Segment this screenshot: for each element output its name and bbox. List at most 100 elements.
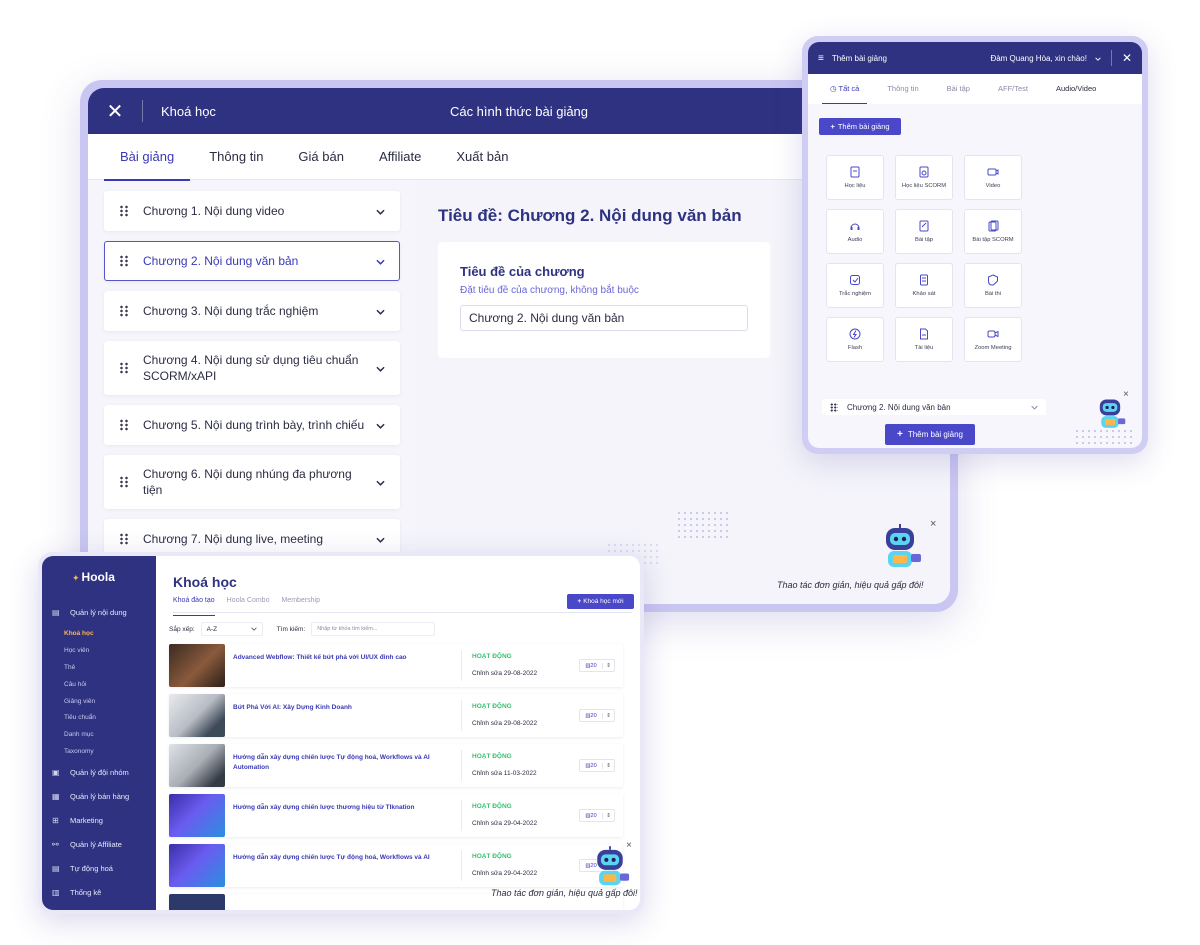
type-card[interactable]: Học liệu SCORM	[895, 155, 953, 200]
updown-icon[interactable]: ⇕	[603, 813, 614, 819]
tab-info[interactable]: Thông tin	[887, 74, 918, 104]
course-name[interactable]: Advanced Webflow: Thiết kế bứt phá với U…	[233, 653, 448, 663]
type-card[interactable]: Audio	[826, 209, 884, 254]
type-card[interactable]: Khảo sát	[895, 263, 953, 308]
course-row[interactable]: Bứt Phá Với AI: Xây Dựng Kinh Doanh HOẠT…	[169, 694, 623, 737]
tab-lessons[interactable]: Bài giảng	[103, 134, 191, 181]
course-row[interactable]: Hướng dẫn xây dựng chiến lược thương hiệ…	[169, 794, 623, 837]
sidebar-item-marketing[interactable]: ⊞ Marketing	[52, 816, 103, 825]
drag-handle-icon[interactable]	[119, 255, 129, 267]
chevron-down-icon[interactable]	[371, 304, 385, 318]
hamburger-menu-icon[interactable]: ≡	[818, 53, 824, 64]
updown-icon[interactable]: ⇕	[603, 713, 614, 719]
type-card[interactable]: Video	[964, 155, 1022, 200]
tab-all[interactable]: ◷ Tất cả	[821, 74, 868, 104]
type-card[interactable]: Học liệu	[826, 155, 884, 200]
robot-close-icon[interactable]: ×	[930, 518, 936, 530]
sidebar-item-team[interactable]: ▣ Quản lý đội nhóm	[52, 768, 129, 777]
chapter-item-active[interactable]: Chương 2. Nội dung văn bản	[104, 241, 400, 281]
chapter-select[interactable]: Chương 2. Nội dung văn bản	[822, 399, 1046, 415]
course-stats-control[interactable]: ▥20⇕	[579, 659, 615, 672]
course-name[interactable]: Hướng dẫn xây dựng chiến lược Tự động ho…	[233, 753, 448, 773]
chevron-down-icon[interactable]	[371, 204, 385, 218]
tab-training[interactable]: Khoá đào tạo	[173, 597, 215, 616]
chapter-item[interactable]: Chương 4. Nội dung sử dụng tiêu chuẩn SC…	[104, 341, 400, 395]
stats-count[interactable]: ▥20	[580, 662, 603, 669]
sidebar-sub-categories[interactable]: Danh mục	[64, 731, 94, 738]
sidebar-item-sales[interactable]: ▦ Quản lý bán hàng	[52, 792, 129, 801]
chapter-title-input[interactable]: Chương 2. Nội dung văn bản	[460, 305, 748, 331]
new-course-button[interactable]: + Khoá học mới	[567, 594, 634, 609]
chevron-down-icon[interactable]	[371, 361, 385, 375]
chevron-down-icon[interactable]	[371, 254, 385, 268]
type-card[interactable]: Flash	[826, 317, 884, 362]
updown-icon[interactable]: ⇕	[603, 763, 614, 769]
drag-handle-icon[interactable]	[119, 362, 129, 374]
add-lesson-button[interactable]: + Thêm bài giảng	[819, 118, 901, 135]
chapter-item[interactable]: Chương 1. Nội dung video	[104, 191, 400, 231]
course-stats-control[interactable]: ▥20⇕	[579, 709, 615, 722]
type-card[interactable]: Bài tập SCORM	[964, 209, 1022, 254]
tab-info[interactable]: Thông tin	[209, 134, 263, 180]
sidebar-item-stats[interactable]: ▥ Thống kê	[52, 888, 101, 897]
sort-select[interactable]: A-Z	[200, 622, 263, 636]
drag-handle-icon[interactable]	[119, 533, 129, 545]
type-card[interactable]: Trắc nghiệm	[826, 263, 884, 308]
course-name[interactable]: Hướng dẫn xây dựng chiến lược thương hiệ…	[233, 803, 448, 813]
tab-price[interactable]: Giá bán	[298, 134, 344, 180]
tab-aff-test[interactable]: AFF/Test	[998, 74, 1028, 104]
type-card[interactable]: Bài thi	[964, 263, 1022, 308]
robot-mascot-icon	[1094, 396, 1126, 437]
drag-handle-icon[interactable]	[119, 305, 129, 317]
chevron-down-icon[interactable]	[371, 532, 385, 546]
stats-count[interactable]: ▥20	[580, 762, 603, 769]
add-lesson-submit-button[interactable]: + Thêm bài giảng	[885, 424, 975, 445]
sidebar-sub-courses[interactable]: Khoá học	[64, 630, 94, 637]
tab-publish[interactable]: Xuất bản	[456, 134, 508, 180]
tab-affiliate[interactable]: Affiliate	[379, 134, 421, 180]
updown-icon[interactable]: ⇕	[603, 663, 614, 669]
type-card[interactable]: Bài tập	[895, 209, 953, 254]
chevron-down-icon[interactable]	[371, 475, 385, 489]
chapter-item[interactable]: Chương 6. Nội dung nhúng đa phương tiện	[104, 455, 400, 509]
chevron-down-icon[interactable]	[1095, 54, 1101, 63]
close-icon[interactable]: ✕	[1122, 51, 1132, 65]
sidebar-sub-tags[interactable]: Thẻ	[64, 664, 75, 671]
course-row[interactable]: Advanced Webflow: Thiết kế bứt phá với U…	[169, 644, 623, 687]
page-title: Khoá học	[173, 574, 237, 590]
drag-handle-icon[interactable]	[119, 476, 129, 488]
close-icon[interactable]: ✕	[88, 99, 142, 124]
course-name[interactable]: Bứt Phá Với AI: Xây Dựng Kinh Doanh	[233, 703, 448, 713]
chapter-item[interactable]: Chương 5. Nội dung trình bày, trình chiế…	[104, 405, 400, 445]
hoola-logo[interactable]: ✦ Hoola	[72, 570, 115, 584]
chapter-item[interactable]: Chương 3. Nội dung trắc nghiệm	[104, 291, 400, 331]
stats-count[interactable]: ▥20	[580, 812, 603, 819]
sidebar-sub-questions[interactable]: Câu hỏi	[64, 681, 86, 688]
sidebar-sub-teachers[interactable]: Giảng viên	[64, 698, 95, 705]
sidebar-sub-taxonomy[interactable]: Taxonomy	[64, 748, 94, 755]
search-input[interactable]: Nhập từ khóa tìm kiếm...	[311, 622, 436, 636]
chapter-label: Chương 7. Nội dung live, meeting	[143, 532, 323, 546]
sidebar-item-affiliate[interactable]: ⚯ Quản lý Affiliate	[52, 840, 122, 849]
tab-audio-video[interactable]: Audio/Video	[1056, 74, 1096, 104]
type-card[interactable]: Tài liệu	[895, 317, 953, 362]
sidebar-item-content[interactable]: ▤ Quản lý nội dung	[52, 608, 127, 617]
course-row[interactable]: Hướng dẫn xây dựng chiến lược Tự động ho…	[169, 844, 623, 887]
course-stats-control[interactable]: ▥20⇕	[579, 759, 615, 772]
drag-handle-icon[interactable]	[119, 205, 129, 217]
course-row[interactable]: Hướng dẫn xây dựng chiến lược Tự động ho…	[169, 744, 623, 787]
sidebar-sub-students[interactable]: Học viên	[64, 647, 89, 654]
chevron-down-icon[interactable]	[371, 418, 385, 432]
course-name[interactable]: Hướng dẫn xây dựng chiến lược Tự động ho…	[233, 853, 448, 863]
stats-count[interactable]: ▥20	[580, 712, 603, 719]
folder-icon: ▤	[52, 608, 60, 617]
drag-handle-icon[interactable]	[119, 419, 129, 431]
sidebar-sub-standards[interactable]: Tiêu chuẩn	[64, 714, 96, 721]
tab-combo[interactable]: Hoola Combo	[227, 597, 270, 612]
sidebar-item-automation[interactable]: ▤ Tự động hoá	[52, 864, 113, 873]
course-stats-control[interactable]: ▥20⇕	[579, 809, 615, 822]
tab-membership[interactable]: Membership	[281, 597, 320, 612]
tab-exercise[interactable]: Bài tập	[947, 74, 970, 104]
user-greeting[interactable]: Đàm Quang Hòa, xin chào!	[990, 54, 1087, 63]
type-card[interactable]: Zoom Meeting	[964, 317, 1022, 362]
